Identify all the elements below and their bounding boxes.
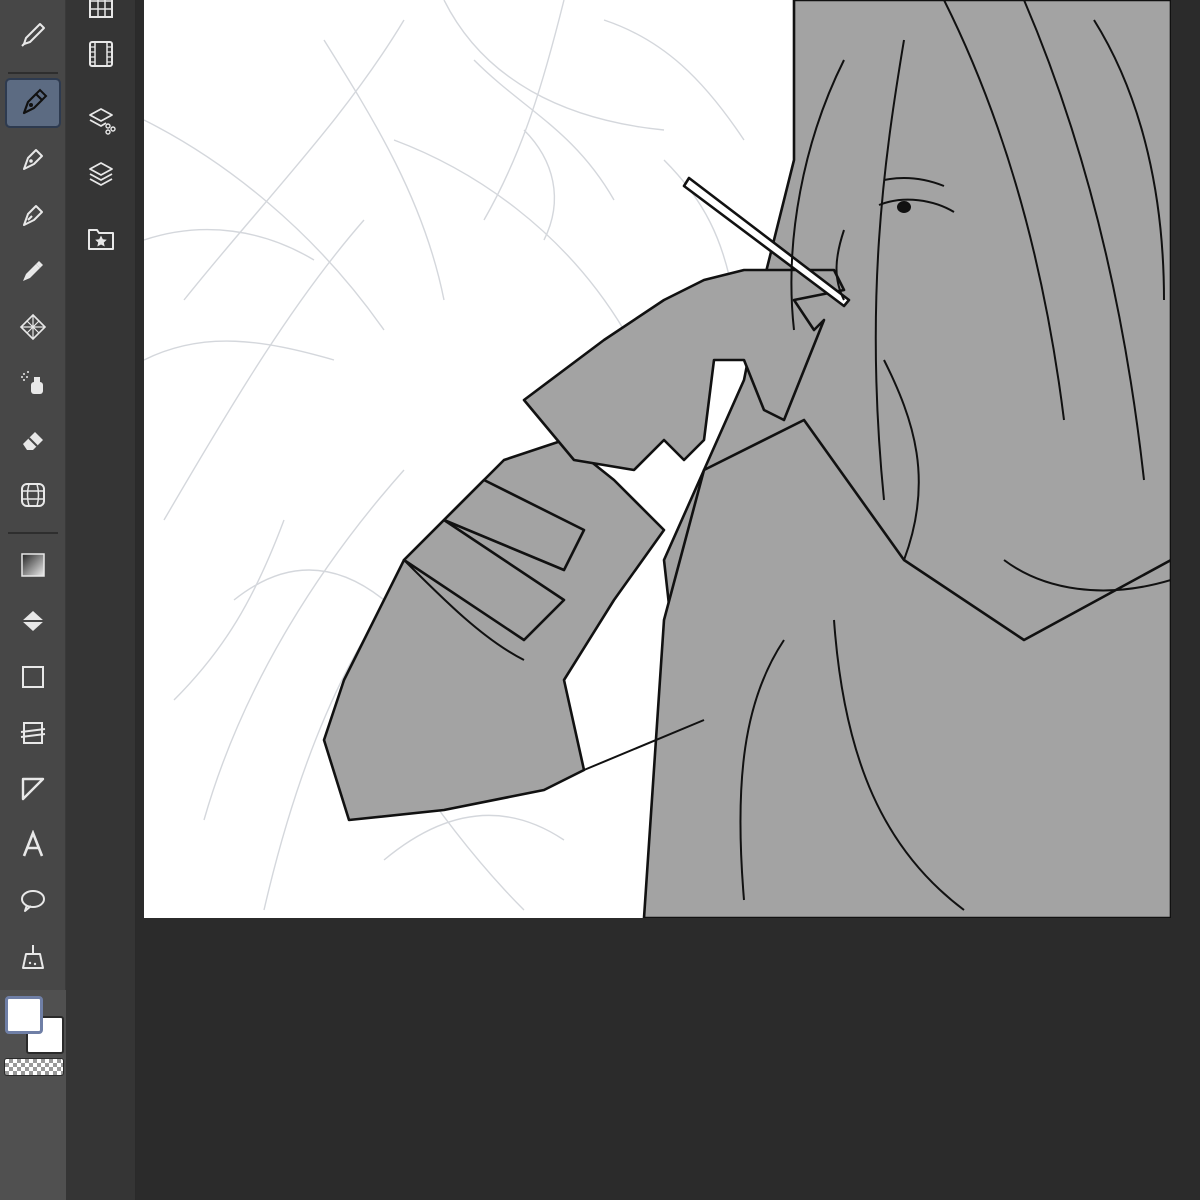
frame-border-tool[interactable] <box>7 710 59 756</box>
text-icon <box>22 830 44 857</box>
fill-bucket-icon <box>22 611 44 631</box>
film-icon <box>89 41 113 67</box>
gradient-tool[interactable] <box>7 542 59 588</box>
tool-palette <box>0 0 66 1200</box>
palette-bar <box>66 0 136 1200</box>
pencil-icon <box>23 149 43 170</box>
frame-border-icon <box>20 722 46 744</box>
decoration-tool[interactable] <box>7 304 59 350</box>
pen-tool[interactable] <box>5 78 61 128</box>
brush-icon <box>23 205 43 226</box>
airbrush-icon <box>23 261 43 281</box>
layer-property-icon <box>89 108 116 135</box>
ruler-tool[interactable] <box>7 766 59 812</box>
pen-nib-icon <box>22 88 48 115</box>
spray-icon <box>21 371 43 394</box>
eraser-icon <box>23 432 43 450</box>
main-color-chip[interactable] <box>5 996 43 1034</box>
gradient-icon <box>21 553 45 577</box>
eyedropper-icon <box>21 23 45 47</box>
spray-tool[interactable] <box>7 360 59 406</box>
perspective-ruler-tool[interactable] <box>7 472 59 518</box>
broom-icon <box>22 945 44 969</box>
grid-thumbnail-icon <box>89 0 113 18</box>
speech-balloon-icon <box>21 890 45 912</box>
correct-line-tool[interactable] <box>7 934 59 980</box>
figure-tool[interactable] <box>7 654 59 700</box>
transparent-color-chip[interactable] <box>4 1058 64 1076</box>
triangle-ruler-icon <box>21 777 45 801</box>
fill-tool[interactable] <box>7 598 59 644</box>
material-button[interactable] <box>78 216 124 260</box>
pattern-icon <box>19 313 47 341</box>
layer-property-button[interactable] <box>78 98 124 142</box>
drawing-canvas[interactable] <box>144 0 1171 918</box>
balloon-tool[interactable] <box>7 878 59 924</box>
navigator-button[interactable] <box>78 0 124 28</box>
figure-lineart <box>322 0 1171 918</box>
airbrush-tool[interactable] <box>7 248 59 294</box>
layers-button[interactable] <box>78 152 124 196</box>
text-tool[interactable] <box>7 822 59 868</box>
brush-tool[interactable] <box>7 192 59 238</box>
layers-icon <box>89 162 113 186</box>
globe-grid-icon <box>21 483 45 507</box>
eyedropper-tool[interactable] <box>7 12 59 58</box>
timeline-button[interactable] <box>78 32 124 76</box>
star-folder-icon <box>88 229 114 250</box>
rectangle-icon <box>22 666 44 688</box>
eraser-tool[interactable] <box>7 416 59 462</box>
pencil-tool[interactable] <box>7 136 59 182</box>
artwork-illustration <box>144 0 1171 918</box>
